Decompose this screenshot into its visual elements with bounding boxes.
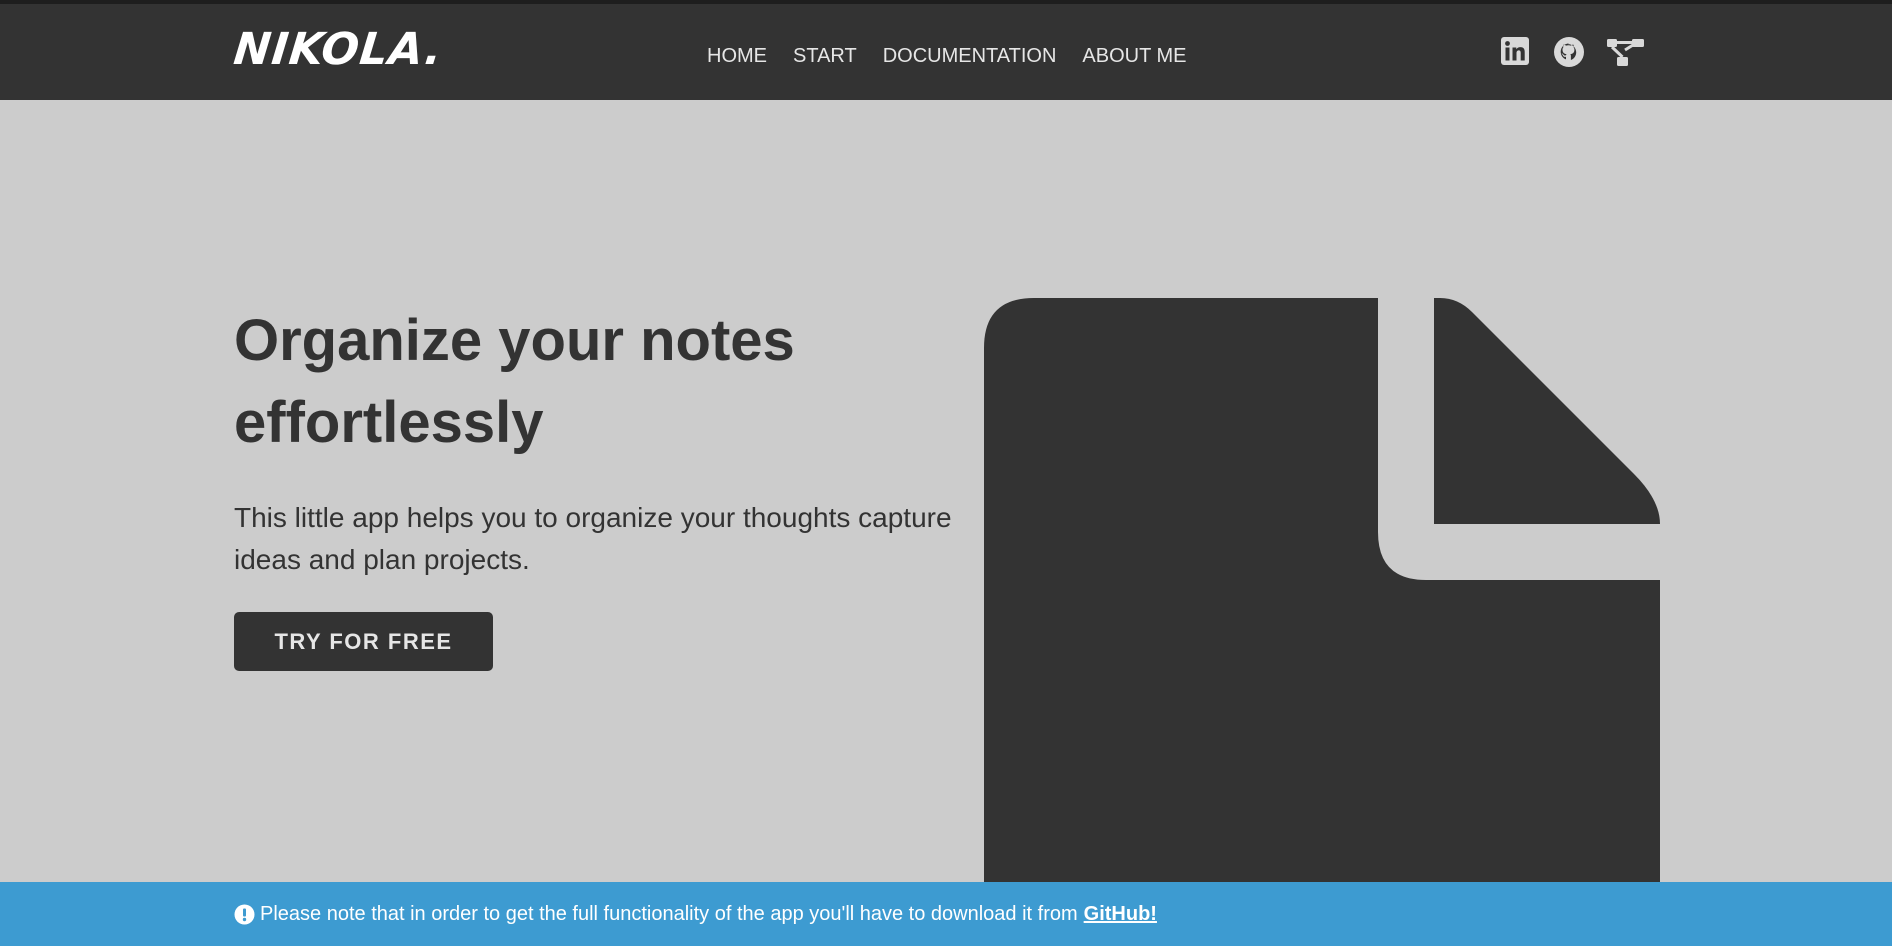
try-for-free-button[interactable]: TRY FOR FREE — [234, 612, 493, 671]
hero-title: Organize your notes effortlessly — [234, 308, 795, 455]
sitemap-link[interactable] — [1606, 36, 1644, 70]
github-download-link[interactable]: GitHub! — [1084, 882, 1157, 946]
top-navbar: NIKOLA. HOME START DOCUMENTATION ABOUT M… — [0, 0, 1892, 100]
nav-item-documentation: DOCUMENTATION — [883, 42, 1083, 70]
sitemap-icon — [1607, 39, 1644, 66]
file-icon — [984, 298, 1660, 882]
notice-text: Please note that in order to get the ful… — [260, 903, 1078, 925]
social-links — [1500, 36, 1659, 70]
github-link[interactable] — [1553, 36, 1587, 70]
github-icon — [1554, 37, 1584, 67]
nav-link-home[interactable]: HOME — [707, 42, 767, 70]
linkedin-link[interactable] — [1500, 36, 1534, 70]
nav-item-start: START — [793, 42, 883, 70]
linkedin-icon — [1501, 37, 1529, 65]
main-nav: HOME START DOCUMENTATION ABOUT ME — [707, 42, 1213, 70]
nav-link-about-me[interactable]: ABOUT ME — [1082, 42, 1186, 70]
nav-item-about-me: ABOUT ME — [1082, 42, 1212, 70]
hero-description: This little app helps you to organize yo… — [234, 502, 952, 575]
notice-content: Please note that in order to get the ful… — [234, 882, 1157, 946]
nav-link-documentation[interactable]: DOCUMENTATION — [883, 42, 1057, 70]
exclamation-circle-icon — [234, 904, 255, 924]
nav-link-start[interactable]: START — [793, 42, 857, 70]
brand-logo[interactable]: NIKOLA. — [231, 22, 445, 78]
notice-banner: Please note that in order to get the ful… — [0, 882, 1892, 946]
nav-item-home: HOME — [707, 42, 793, 70]
